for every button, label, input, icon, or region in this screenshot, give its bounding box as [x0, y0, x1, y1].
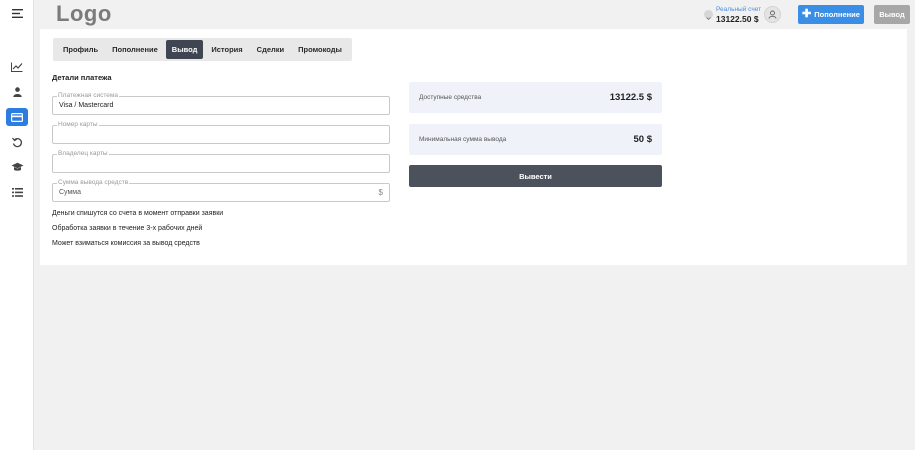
minimum-withdraw-panel: Минимальная сумма вывода 50 $ [409, 124, 662, 155]
card-number-label: Номер карты [57, 121, 99, 129]
withdraw-button[interactable]: Вывод [874, 5, 910, 24]
account-balance: 13122.50 $ [716, 14, 759, 24]
graduation-cap-icon[interactable] [6, 158, 28, 176]
withdraw-card: Профиль Пополнение Вывод История Сделки … [40, 29, 907, 265]
withdraw-amount-label: Сумма вывода средств [57, 179, 130, 187]
withdraw-button-label: Вывод [879, 10, 905, 19]
chevron-down-icon[interactable] [704, 10, 713, 21]
credit-card-icon[interactable] [6, 108, 28, 126]
user-icon[interactable] [6, 83, 28, 101]
user-avatar-icon [768, 10, 777, 19]
tab-deposit[interactable]: Пополнение [106, 40, 164, 59]
tab-history[interactable]: История [205, 40, 248, 59]
deposit-button-label: Пополнение [814, 10, 860, 19]
menu-icon[interactable] [6, 4, 28, 22]
tab-trades[interactable]: Сделки [251, 40, 290, 59]
note-commission: Может взиматься комиссия за вывод средст… [52, 240, 200, 247]
currency-suffix: $ [378, 188, 383, 197]
top-bar: Logo Реальный счет 13122.50 $ ✚ Пополнен… [34, 0, 915, 29]
payment-system-select[interactable]: Платежная система Visa / Mastercard [52, 92, 390, 115]
logo[interactable]: Logo [56, 1, 112, 27]
available-funds-label: Доступные средства [419, 94, 482, 101]
payment-system-label: Платежная система [57, 92, 119, 100]
sidebar [0, 0, 34, 450]
withdraw-amount-input[interactable] [59, 189, 359, 196]
available-funds-panel: Доступные средства 13122.5 $ [409, 82, 662, 113]
tab-profile[interactable]: Профиль [57, 40, 104, 59]
avatar[interactable] [764, 6, 781, 23]
payment-system-value: Visa / Mastercard [59, 102, 114, 109]
available-funds-value: 13122.5 $ [609, 92, 652, 103]
note-processing-time: Обработка заявки в течение 3-х рабочих д… [52, 225, 203, 232]
payment-details-title: Детали платежа [52, 73, 112, 82]
card-holder-input[interactable] [59, 160, 359, 167]
plus-icon: ✚ [802, 8, 812, 20]
history-icon[interactable] [6, 133, 28, 151]
withdraw-amount-field[interactable]: Сумма вывода средств $ [52, 179, 390, 202]
card-holder-label: Владелец карты [57, 150, 109, 158]
note-debit-time: Деньги спишутся со счета в момент отправ… [52, 210, 224, 217]
list-icon[interactable] [6, 183, 28, 201]
tab-bar: Профиль Пополнение Вывод История Сделки … [53, 38, 352, 61]
card-number-input[interactable] [59, 131, 359, 138]
tab-promocodes[interactable]: Промокоды [292, 40, 348, 59]
minimum-withdraw-value: 50 $ [633, 134, 653, 145]
card-number-field[interactable]: Номер карты [52, 121, 390, 144]
card-holder-field[interactable]: Владелец карты [52, 150, 390, 173]
minimum-withdraw-label: Минимальная сумма вывода [419, 136, 507, 143]
submit-withdraw-button[interactable]: Вывести [409, 165, 662, 187]
submit-withdraw-label: Вывести [519, 171, 552, 181]
tab-withdraw[interactable]: Вывод [165, 40, 204, 59]
deposit-button[interactable]: ✚ Пополнение [798, 5, 864, 24]
account-type-label: Реальный счет [716, 6, 762, 13]
chart-line-icon[interactable] [6, 58, 28, 76]
